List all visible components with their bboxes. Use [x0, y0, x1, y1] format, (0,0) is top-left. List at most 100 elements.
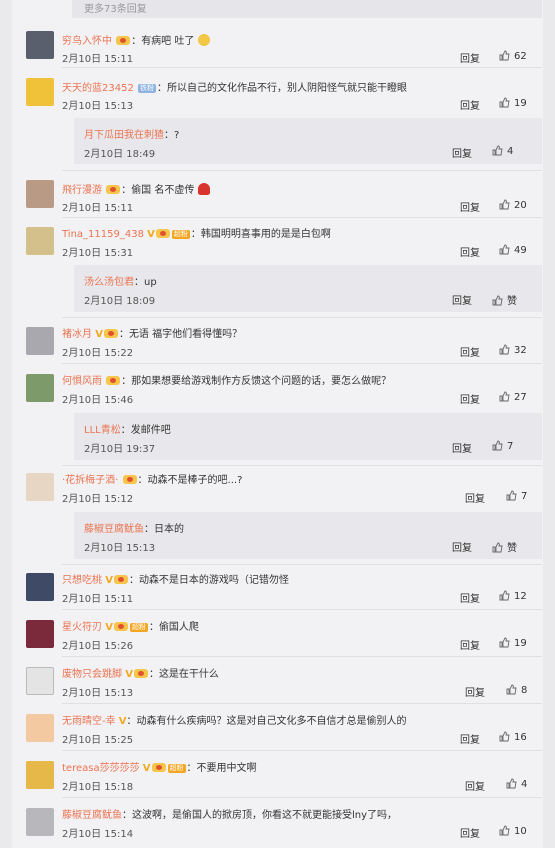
- comment-username[interactable]: 穷鸟入怀中: [62, 36, 112, 47]
- reply-button[interactable]: 回复: [452, 440, 472, 455]
- comment-username[interactable]: tereasa莎莎莎莎: [62, 763, 140, 774]
- avatar[interactable]: [26, 180, 54, 208]
- reply-button[interactable]: 回复: [460, 731, 480, 746]
- comment-username[interactable]: 天天的蓝23452: [62, 83, 134, 94]
- like-count: 赞: [507, 296, 517, 307]
- divider: [62, 609, 542, 610]
- comment-username[interactable]: ·花拆梅子酒·: [62, 475, 118, 486]
- subreply-date: 2月10日 19:37: [84, 444, 156, 455]
- reply-button[interactable]: 回复: [460, 97, 480, 112]
- comment-username[interactable]: 飛行漫游: [62, 185, 102, 196]
- subreply-box: LLL青松：发邮件吧 2月10日 19:37 回复 7: [74, 413, 542, 460]
- subreply-username[interactable]: 月下瓜田我在刺猹: [84, 130, 164, 141]
- reply-button[interactable]: 回复: [452, 145, 472, 160]
- like-button[interactable]: 12: [499, 590, 527, 602]
- reply-button[interactable]: 回复: [465, 778, 485, 793]
- super-fan-badge: 超粉: [167, 764, 186, 773]
- comment-username[interactable]: Tina_11159_438: [62, 229, 144, 240]
- thumbs-up-icon: [499, 391, 510, 402]
- like-button[interactable]: 19: [499, 97, 527, 109]
- like-button[interactable]: 62: [499, 50, 527, 62]
- comment-username[interactable]: 何惧风雨: [62, 376, 102, 387]
- comment-text: 动森不是棒子的吧...?: [147, 475, 243, 486]
- like-button[interactable]: 10: [499, 825, 527, 837]
- like-button[interactable]: 27: [499, 391, 527, 403]
- subreply-username[interactable]: LLL青松: [84, 425, 121, 436]
- verified-v-icon: V: [125, 669, 133, 680]
- reply-button[interactable]: 回复: [465, 490, 485, 505]
- avatar[interactable]: [26, 808, 54, 836]
- like-count: 62: [514, 51, 527, 62]
- avatar[interactable]: [26, 667, 54, 695]
- comment-username[interactable]: 星火符刃: [62, 622, 102, 633]
- comment-date: 2月10日 15:13: [62, 688, 134, 699]
- reply-button[interactable]: 回复: [460, 50, 480, 65]
- avatar[interactable]: [26, 31, 54, 59]
- thumbs-up-icon: [492, 440, 503, 451]
- like-count: 19: [514, 98, 527, 109]
- comment-username[interactable]: 藤椒豆腐鱿鱼: [62, 810, 122, 821]
- thumbs-up-icon: [492, 295, 503, 306]
- more-replies-link[interactable]: 更多73条回复: [84, 0, 147, 15]
- thumbs-up-icon: [499, 825, 510, 836]
- reply-button[interactable]: 回复: [460, 344, 480, 359]
- avatar[interactable]: [26, 761, 54, 789]
- like-button[interactable]: 49: [499, 244, 527, 256]
- like-button[interactable]: 32: [499, 344, 527, 356]
- super-fan-badge: 超粉: [129, 623, 148, 632]
- avatar[interactable]: [26, 327, 54, 355]
- like-button[interactable]: 7: [492, 440, 513, 452]
- avatar[interactable]: [26, 573, 54, 601]
- comment-username[interactable]: 无雨晴空-幸: [62, 716, 116, 727]
- like-button[interactable]: 19: [499, 637, 527, 649]
- comment-date: 2月10日 15:22: [62, 348, 134, 359]
- reply-button[interactable]: 回复: [460, 199, 480, 214]
- reply-button[interactable]: 回复: [465, 684, 485, 699]
- rose-emoji-icon: [197, 183, 210, 195]
- subreply-text: ?: [174, 130, 180, 141]
- more-replies-bar[interactable]: 更多73条回复: [72, 0, 542, 18]
- comment-username[interactable]: 褚冰月: [62, 329, 92, 340]
- reply-button[interactable]: 回复: [460, 590, 480, 605]
- like-button[interactable]: 4: [506, 778, 527, 790]
- reply-button[interactable]: 回复: [452, 292, 472, 307]
- like-button[interactable]: 7: [506, 490, 527, 502]
- reply-button[interactable]: 回复: [460, 825, 480, 840]
- iron-fan-badge: 铁粉: [138, 84, 156, 93]
- reply-button[interactable]: 回复: [460, 244, 480, 259]
- divider: [62, 656, 542, 657]
- reply-button[interactable]: 回复: [460, 391, 480, 406]
- comment-date: 2月10日 15:14: [62, 829, 134, 840]
- thumbs-up-icon: [499, 97, 510, 108]
- divider: [62, 217, 542, 218]
- avatar[interactable]: [26, 714, 54, 742]
- thumbs-up-icon: [499, 344, 510, 355]
- subreply-username[interactable]: 藤椒豆腐鱿鱼: [84, 524, 144, 535]
- comment-username[interactable]: 只想吃桃: [62, 575, 102, 586]
- comment-date: 2月10日 15:13: [62, 101, 134, 112]
- avatar[interactable]: [26, 374, 54, 402]
- like-button[interactable]: 赞: [492, 292, 517, 307]
- like-count: 8: [521, 685, 528, 696]
- divider: [62, 797, 542, 798]
- comment-date: 2月10日 15:25: [62, 735, 134, 746]
- subreply-username[interactable]: 汤么汤包君: [84, 277, 134, 288]
- reply-button[interactable]: 回复: [452, 539, 472, 554]
- like-button[interactable]: 8: [506, 684, 527, 696]
- avatar[interactable]: [26, 78, 54, 106]
- thumbs-up-icon: [506, 684, 517, 695]
- reply-button[interactable]: 回复: [460, 637, 480, 652]
- like-button[interactable]: 20: [499, 199, 527, 211]
- avatar[interactable]: [26, 620, 54, 648]
- comment-text: 偷国 名不虚传: [131, 185, 195, 196]
- like-button[interactable]: 16: [499, 731, 527, 743]
- avatar[interactable]: [26, 227, 54, 255]
- comment-date: 2月10日 15:11: [62, 594, 134, 605]
- like-button[interactable]: 4: [492, 145, 513, 157]
- divider: [62, 67, 542, 68]
- like-count: 12: [514, 591, 527, 602]
- like-button[interactable]: 赞: [492, 539, 517, 554]
- comment-username[interactable]: 废物只会跳脚: [62, 669, 122, 680]
- fan-crown-icon: [113, 575, 128, 584]
- avatar[interactable]: [26, 473, 54, 501]
